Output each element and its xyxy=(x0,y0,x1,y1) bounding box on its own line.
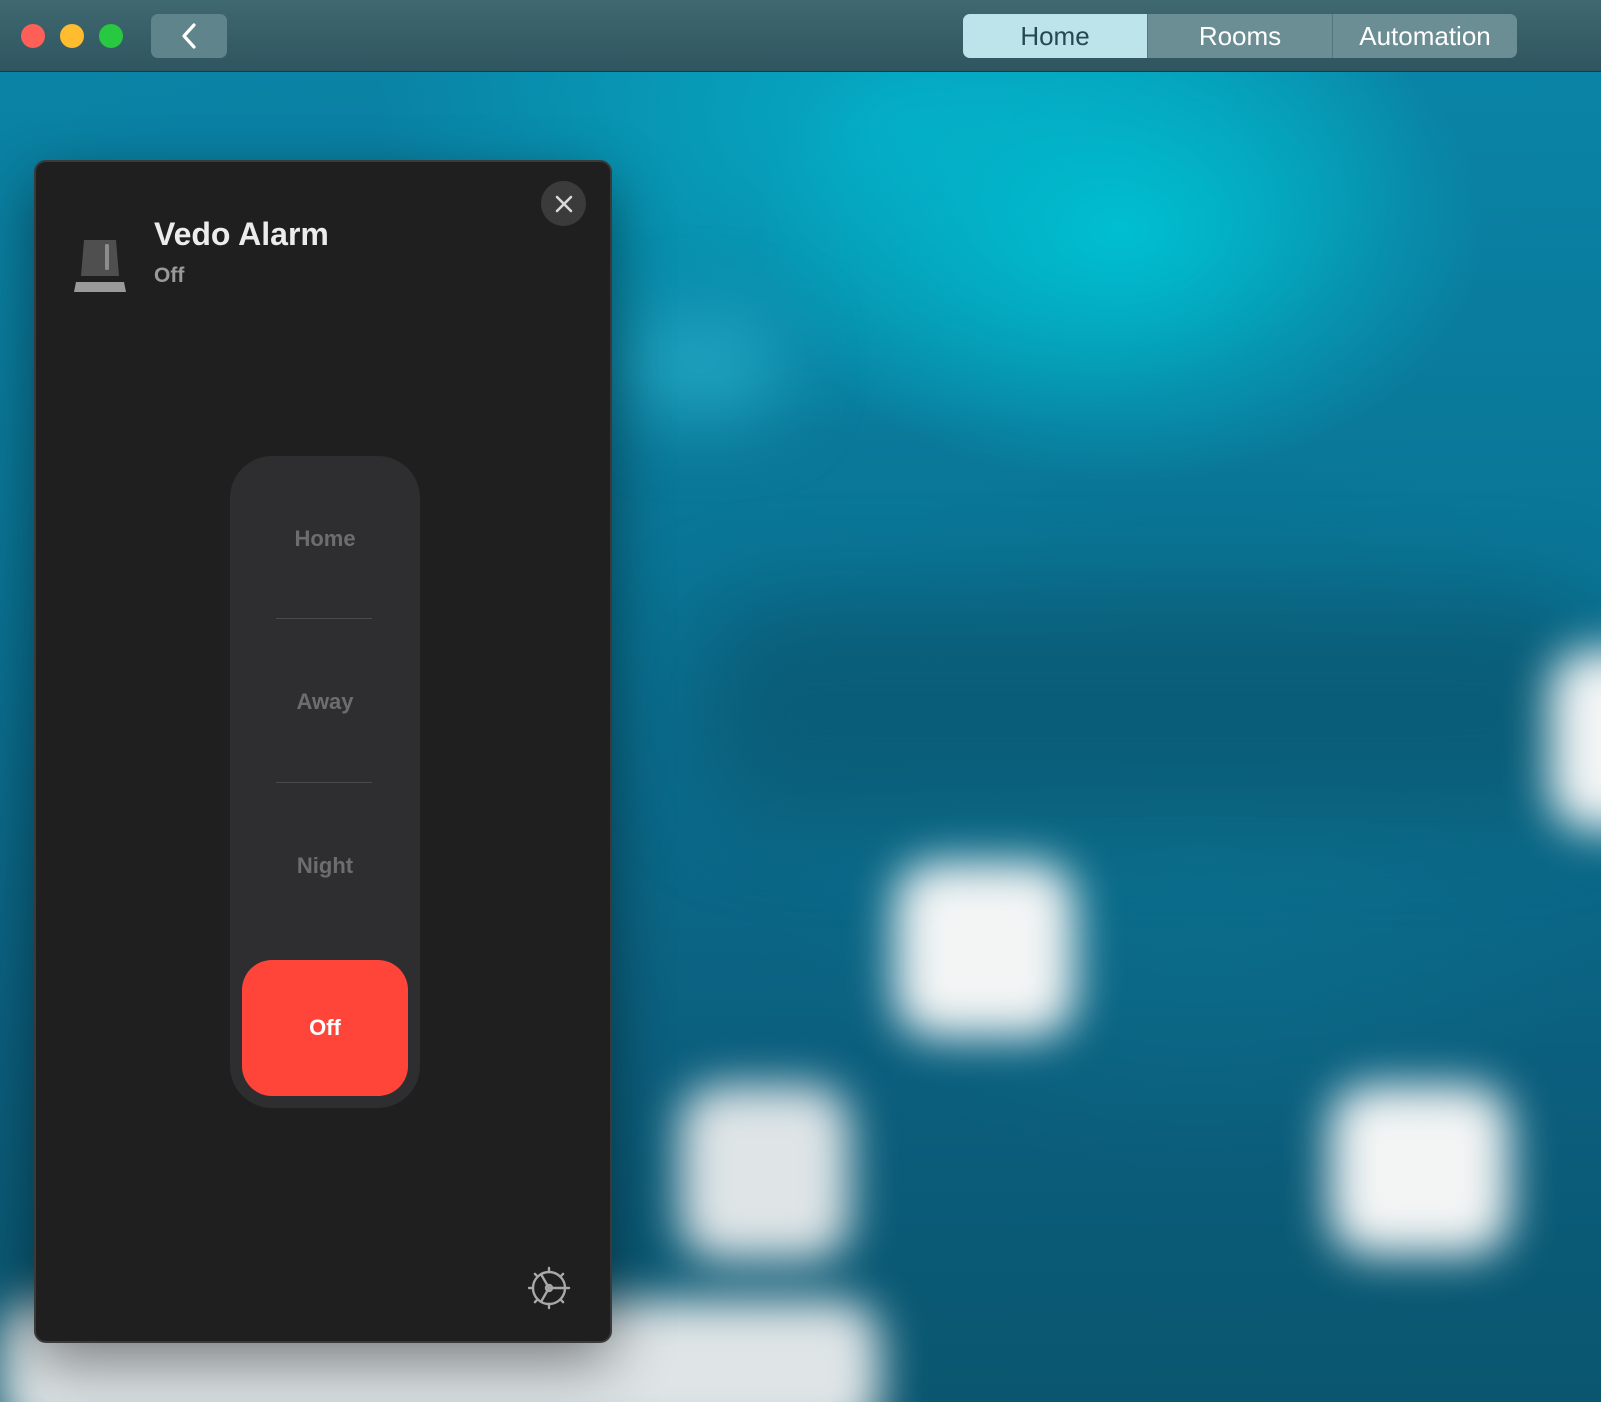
blurred-tile xyxy=(1550,650,1601,830)
chevron-left-icon xyxy=(182,23,196,49)
blurred-tile xyxy=(895,862,1075,1037)
wallpaper-highlight xyxy=(620,320,780,410)
tab-automation[interactable]: Automation xyxy=(1332,14,1517,58)
gear-icon[interactable] xyxy=(525,1264,573,1312)
tab-label: Home xyxy=(1020,20,1090,51)
device-name: Vedo Alarm xyxy=(154,216,329,252)
divider xyxy=(276,618,372,619)
tab-rooms[interactable]: Rooms xyxy=(1147,14,1332,58)
close-button[interactable] xyxy=(541,181,586,226)
mode-option-label: Off xyxy=(309,1015,341,1040)
window-zoom-button[interactable] xyxy=(99,24,123,48)
mode-option-home[interactable]: Home xyxy=(230,526,420,552)
tab-label: Rooms xyxy=(1198,20,1282,51)
window-close-button[interactable] xyxy=(21,24,45,48)
device-status: Off xyxy=(154,264,185,287)
divider xyxy=(276,782,372,783)
mode-option-night[interactable]: Night xyxy=(230,853,420,879)
window-minimize-button[interactable] xyxy=(60,24,84,48)
title-bar: Home Rooms Automation xyxy=(0,0,1601,72)
accessory-detail-panel: Vedo Alarm Off Home Away Night Off xyxy=(34,160,612,1343)
wallpaper-shadow xyxy=(700,600,1600,820)
security-mode-selector: Home Away Night Off xyxy=(230,456,420,1108)
mode-option-off-selected[interactable]: Off xyxy=(242,960,408,1096)
back-button[interactable] xyxy=(151,14,227,58)
tab-label: Automation xyxy=(1359,20,1491,51)
mode-option-away[interactable]: Away xyxy=(230,689,420,715)
blurred-tile xyxy=(680,1085,850,1260)
tab-home[interactable]: Home xyxy=(963,14,1147,58)
view-tab-switcher: Home Rooms Automation xyxy=(963,14,1517,58)
blurred-tile xyxy=(1330,1085,1510,1255)
close-icon xyxy=(555,195,572,212)
alarm-siren-icon xyxy=(74,240,126,292)
